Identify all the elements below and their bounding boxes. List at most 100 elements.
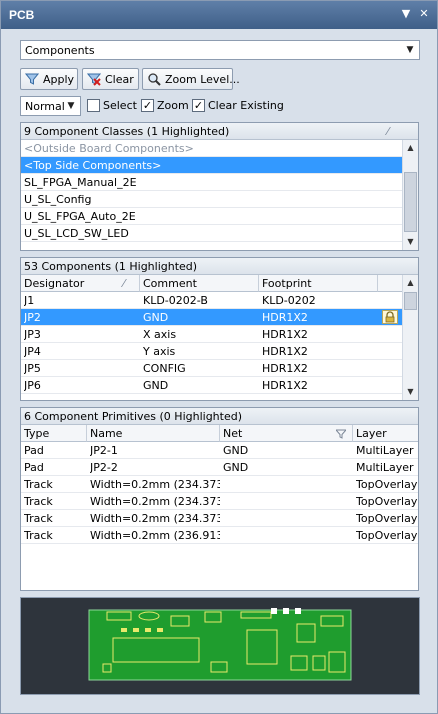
cell-designator: JP6 bbox=[24, 379, 41, 392]
cell-net: GND bbox=[223, 461, 249, 474]
table-row[interactable]: JP3 X axis HDR1X2 bbox=[21, 326, 403, 343]
scroll-thumb[interactable] bbox=[404, 292, 417, 310]
scroll-down-icon[interactable]: ▼ bbox=[403, 234, 418, 250]
component-classes-scrollbar[interactable]: ▲ ▼ bbox=[402, 140, 418, 250]
class-list-item-label: U_SL_FPGA_Auto_2E bbox=[24, 210, 136, 223]
scroll-thumb[interactable] bbox=[404, 172, 417, 232]
components-table: 53 Components (1 Highlighted) Designator… bbox=[20, 257, 419, 401]
column-layer[interactable]: Layer bbox=[353, 425, 418, 442]
scroll-down-icon[interactable]: ▼ bbox=[403, 384, 418, 400]
column-footprint-label: Footprint bbox=[262, 277, 312, 290]
select-checkbox[interactable]: Select bbox=[87, 98, 137, 114]
zoom-level-button[interactable]: Zoom Level... bbox=[142, 68, 240, 90]
table-row[interactable]: Track Width=0.2mm (236.913mi TopOverlay bbox=[21, 527, 418, 544]
panel-menu-icon[interactable]: ▼ bbox=[399, 7, 413, 21]
cell-name: Width=0.2mm (236.913mi bbox=[90, 529, 220, 542]
chevron-down-icon: ▼ bbox=[67, 101, 75, 111]
class-list-item[interactable]: <Outside Board Components> bbox=[21, 140, 403, 157]
cell-designator: J1 bbox=[24, 294, 35, 307]
cell-designator: JP2 bbox=[24, 311, 41, 324]
cell-type: Track bbox=[24, 478, 53, 491]
filter-kind-value: Components bbox=[25, 44, 95, 57]
table-row[interactable]: Pad JP2-2 GND MultiLayer bbox=[21, 459, 418, 476]
pcb-panel: PCB ▼ ✕ Components ▼ Apply Clear Zoom Le… bbox=[0, 0, 438, 714]
table-row[interactable]: J1 KLD-0202-B KLD-0202 bbox=[21, 292, 403, 309]
column-designator[interactable]: Designator ⁄ bbox=[21, 275, 140, 292]
zoom-checkbox[interactable]: ✓ Zoom bbox=[141, 98, 189, 114]
close-icon[interactable]: ✕ bbox=[417, 7, 431, 21]
lock-icon[interactable] bbox=[382, 310, 398, 324]
cell-net: GND bbox=[223, 444, 249, 457]
mode-select[interactable]: Normal ▼ bbox=[20, 96, 81, 116]
component-classes-header: 9 Component Classes (1 Highlighted) ⁄ bbox=[21, 123, 418, 140]
zoom-level-label: Zoom Level... bbox=[165, 73, 240, 86]
table-row[interactable]: JP5 CONFIG HDR1X2 bbox=[21, 360, 403, 377]
column-net[interactable]: Net bbox=[220, 425, 353, 442]
cell-comment: KLD-0202-B bbox=[143, 294, 208, 307]
cell-layer: TopOverlay bbox=[356, 512, 418, 525]
components-title: 53 Components (1 Highlighted) bbox=[24, 260, 198, 273]
cell-type: Track bbox=[24, 512, 53, 525]
clear-filter-icon bbox=[87, 73, 101, 86]
select-checkbox-label: Select bbox=[103, 99, 137, 112]
cell-footprint: HDR1X2 bbox=[262, 345, 308, 358]
column-net-label: Net bbox=[223, 427, 243, 440]
cell-type: Track bbox=[24, 529, 53, 542]
clear-existing-checkbox-box[interactable]: ✓ bbox=[192, 99, 205, 112]
cell-name: Width=0.2mm (234.373mi bbox=[90, 495, 220, 508]
zoom-checkbox-box[interactable]: ✓ bbox=[141, 99, 154, 112]
class-list-item[interactable]: U_SL_LCD_SW_LED bbox=[21, 225, 403, 242]
table-row[interactable]: JP6 GND HDR1X2 bbox=[21, 377, 403, 394]
table-row[interactable]: Track Width=0.2mm (234.373mi TopOverlay bbox=[21, 476, 418, 493]
column-layer-label: Layer bbox=[356, 427, 387, 440]
cell-layer: MultiLayer bbox=[356, 444, 414, 457]
funnel-icon[interactable] bbox=[336, 429, 346, 439]
cell-designator: JP4 bbox=[24, 345, 41, 358]
cell-comment: CONFIG bbox=[143, 362, 186, 375]
cell-footprint: HDR1X2 bbox=[262, 311, 308, 324]
funnel-icon bbox=[25, 73, 39, 85]
panel-title: PCB bbox=[9, 8, 35, 22]
cell-layer: MultiLayer bbox=[356, 461, 414, 474]
scroll-up-icon[interactable]: ▲ bbox=[403, 275, 418, 291]
panel-title-bar[interactable]: PCB ▼ ✕ bbox=[1, 1, 437, 29]
clear-existing-checkbox[interactable]: ✓ Clear Existing bbox=[192, 98, 284, 114]
clear-button[interactable]: Clear bbox=[82, 68, 139, 90]
cell-name: JP2-1 bbox=[90, 444, 118, 457]
cell-name: Width=0.2mm (234.373mi bbox=[90, 478, 220, 491]
filter-kind-select[interactable]: Components ▼ bbox=[20, 40, 420, 60]
cell-footprint: HDR1X2 bbox=[262, 379, 308, 392]
table-row[interactable]: Pad JP2-1 GND MultiLayer bbox=[21, 442, 418, 459]
cell-comment: X axis bbox=[143, 328, 177, 341]
cell-footprint: HDR1X2 bbox=[262, 328, 308, 341]
pcb-board-thumbnail bbox=[88, 608, 352, 681]
scroll-up-icon[interactable]: ▲ bbox=[403, 140, 418, 156]
table-row[interactable]: JP4 Y axis HDR1X2 bbox=[21, 343, 403, 360]
table-row[interactable]: JP2 GND HDR1X2 bbox=[21, 309, 403, 326]
sort-icon: ⁄ bbox=[123, 277, 125, 290]
components-header: 53 Components (1 Highlighted) bbox=[21, 258, 418, 275]
select-checkbox-box[interactable] bbox=[87, 99, 100, 112]
cell-name: JP2-2 bbox=[90, 461, 118, 474]
board-preview[interactable] bbox=[20, 597, 420, 695]
cell-designator: JP3 bbox=[24, 328, 41, 341]
class-list-item[interactable]: U_SL_Config bbox=[21, 191, 403, 208]
apply-label: Apply bbox=[43, 73, 75, 86]
column-designator-label: Designator bbox=[24, 277, 85, 290]
column-name[interactable]: Name bbox=[87, 425, 220, 442]
apply-button[interactable]: Apply bbox=[20, 68, 78, 90]
class-list-item[interactable]: SL_FPGA_Manual_2E bbox=[21, 174, 403, 191]
column-type[interactable]: Type bbox=[21, 425, 87, 442]
column-footprint[interactable]: Footprint bbox=[259, 275, 378, 292]
class-list-item[interactable]: U_SL_FPGA_Auto_2E bbox=[21, 208, 403, 225]
column-lock[interactable] bbox=[378, 275, 403, 292]
cell-type: Pad bbox=[24, 444, 44, 457]
table-row[interactable]: Track Width=0.2mm (234.373mi TopOverlay bbox=[21, 493, 418, 510]
primitives-header: 6 Component Primitives (0 Highlighted) bbox=[21, 408, 418, 425]
column-comment[interactable]: Comment bbox=[140, 275, 259, 292]
class-list-item[interactable]: <Top Side Components> bbox=[21, 157, 403, 174]
table-row[interactable]: Track Width=0.2mm (234.373mi TopOverlay bbox=[21, 510, 418, 527]
components-scrollbar[interactable]: ▲ ▼ bbox=[402, 275, 418, 400]
cell-name: Width=0.2mm (234.373mi bbox=[90, 512, 220, 525]
class-list-item-label: SL_FPGA_Manual_2E bbox=[24, 176, 137, 189]
